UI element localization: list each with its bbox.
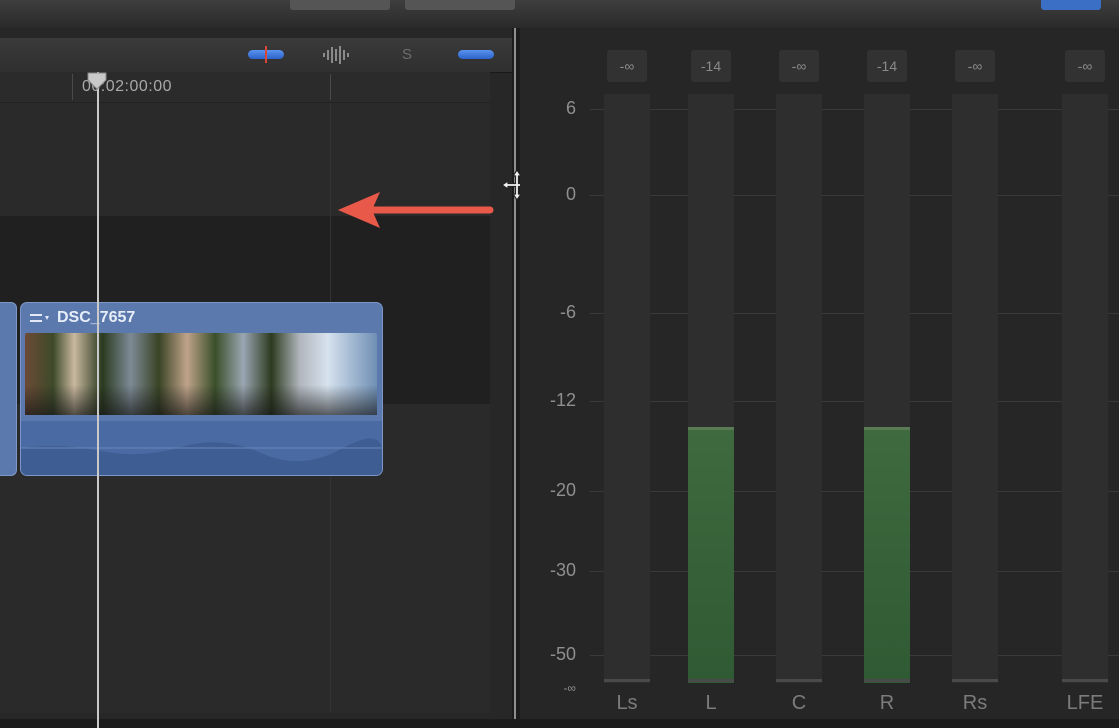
filmstrip-shade [25,385,377,415]
meter-track-lfe [1062,94,1108,683]
drag-direction-arrow-icon [338,192,494,228]
meter-peak-cap [864,426,910,430]
meter-scale-label: -∞ [563,681,576,695]
top-bar-blue-button[interactable] [1041,0,1101,10]
meter-floor [1062,679,1108,682]
meter-floor [688,679,734,682]
audio-waveform-graphic [21,438,382,475]
meter-track-r [864,94,910,683]
timeline-panel: S 00:02:00:00 DSC_7657 [0,28,512,728]
meter-gridline [590,655,1119,656]
panel-divider[interactable] [514,28,516,719]
video-only-button[interactable] [248,46,284,63]
clip-settings-icon[interactable] [29,311,51,325]
meter-scale-label: -30 [549,560,576,580]
meter-gridline [590,313,1119,314]
video-clip[interactable]: DSC_7657 [20,302,383,476]
audio-waveform-button[interactable] [320,44,354,66]
meter-scale-label: -20 [549,480,576,500]
meter-gridline [590,571,1119,572]
meter-floor [864,679,910,682]
peak-readout-rs[interactable]: -∞ [955,50,995,82]
meter-scale-label: 0 [565,184,576,204]
meter-gridline [590,109,1119,110]
meter-scale-label: 6 [565,98,576,118]
meter-level-l [688,426,734,683]
peak-readout-c[interactable]: -∞ [779,50,819,82]
meter-peak-cap [688,426,734,430]
meter-gridline [590,401,1119,402]
channel-label-r: R [879,692,895,714]
solo-icon: S [401,46,412,63]
meter-floor [776,679,822,682]
ruler-tick [330,74,331,100]
meter-scale-label: -6 [559,302,576,322]
playhead[interactable] [97,72,99,728]
clip-filmstrip [25,333,377,415]
solo-button[interactable]: S [394,44,420,66]
skimming-button[interactable] [458,50,494,59]
peak-readout-ls[interactable]: -∞ [607,50,647,82]
meter-level-r [864,426,910,683]
meter-track-c [776,94,822,683]
channel-label-ls: Ls [616,692,638,714]
channel-label-rs: Rs [962,692,988,714]
red-marker [265,46,267,63]
peak-readout-r[interactable]: -14 [867,50,907,82]
top-bar-segment [405,0,515,10]
waveform-icon [323,46,349,64]
meter-scale-label: -50 [549,644,576,664]
previous-clip[interactable] [0,302,17,476]
peak-readout-l[interactable]: -14 [691,50,731,82]
meter-floor [604,679,650,682]
channel-label-lfe: LFE [1066,692,1104,714]
meter-scale-label: -12 [549,390,576,410]
meter-floor [952,679,998,682]
ruler-tick [72,74,73,100]
peak-readout-lfe[interactable]: -∞ [1065,50,1105,82]
top-bar-segment [290,0,390,10]
meter-track-ls [604,94,650,683]
meter-track-l [688,94,734,683]
meter-gridline [590,491,1119,492]
meter-track-rs [952,94,998,683]
channel-label-c: C [791,692,807,714]
audio-meters-panel: 6 0 -6 -12 -20 -30 -50 -∞ -∞ Ls -14 L -∞ C -14 R -∞ Rs -∞ L… [520,28,1119,719]
clip-header: DSC_7657 [29,307,135,329]
timeline-toolbar: S [0,38,512,73]
clip-audio-waveform [21,421,382,475]
timeline-ruler[interactable]: 00:02:00:00 [0,72,490,103]
playhead-handle-icon[interactable] [86,72,108,90]
meter-gridline [590,195,1119,196]
channel-label-l: L [705,692,717,714]
window-top-bar [0,0,1119,28]
